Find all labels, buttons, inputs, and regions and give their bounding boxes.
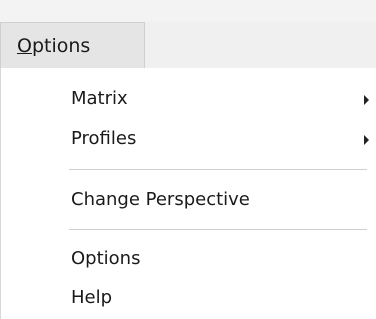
options-menu-label: ptions (31, 35, 91, 57)
menu-separator (69, 229, 367, 230)
menu-item-label: Change Perspective (71, 189, 250, 210)
menu-item-label: Help (71, 287, 113, 308)
menu-item-change-perspective[interactable]: Change Perspective (1, 181, 376, 219)
menu-item-help[interactable]: Help (1, 279, 376, 317)
options-dropdown-menu: Matrix Profiles Change Perspective Optio… (0, 68, 376, 319)
submenu-arrow-icon (364, 95, 369, 105)
menu-item-label: Options (71, 248, 141, 269)
menu-item-profiles[interactable]: Profiles (1, 120, 376, 158)
options-menu-mnemonic: O (17, 35, 32, 57)
menu-bar: Options (0, 0, 376, 73)
menu-item-matrix[interactable]: Matrix (1, 80, 376, 118)
menu-item-label: Profiles (71, 128, 137, 149)
menu-item-options[interactable]: Options (1, 240, 376, 278)
menu-separator (69, 169, 367, 170)
options-menu-button[interactable]: Options (0, 22, 145, 69)
submenu-arrow-icon (364, 135, 369, 145)
menu-bar-top-strip (0, 0, 376, 22)
menu-item-label: Matrix (71, 88, 128, 109)
